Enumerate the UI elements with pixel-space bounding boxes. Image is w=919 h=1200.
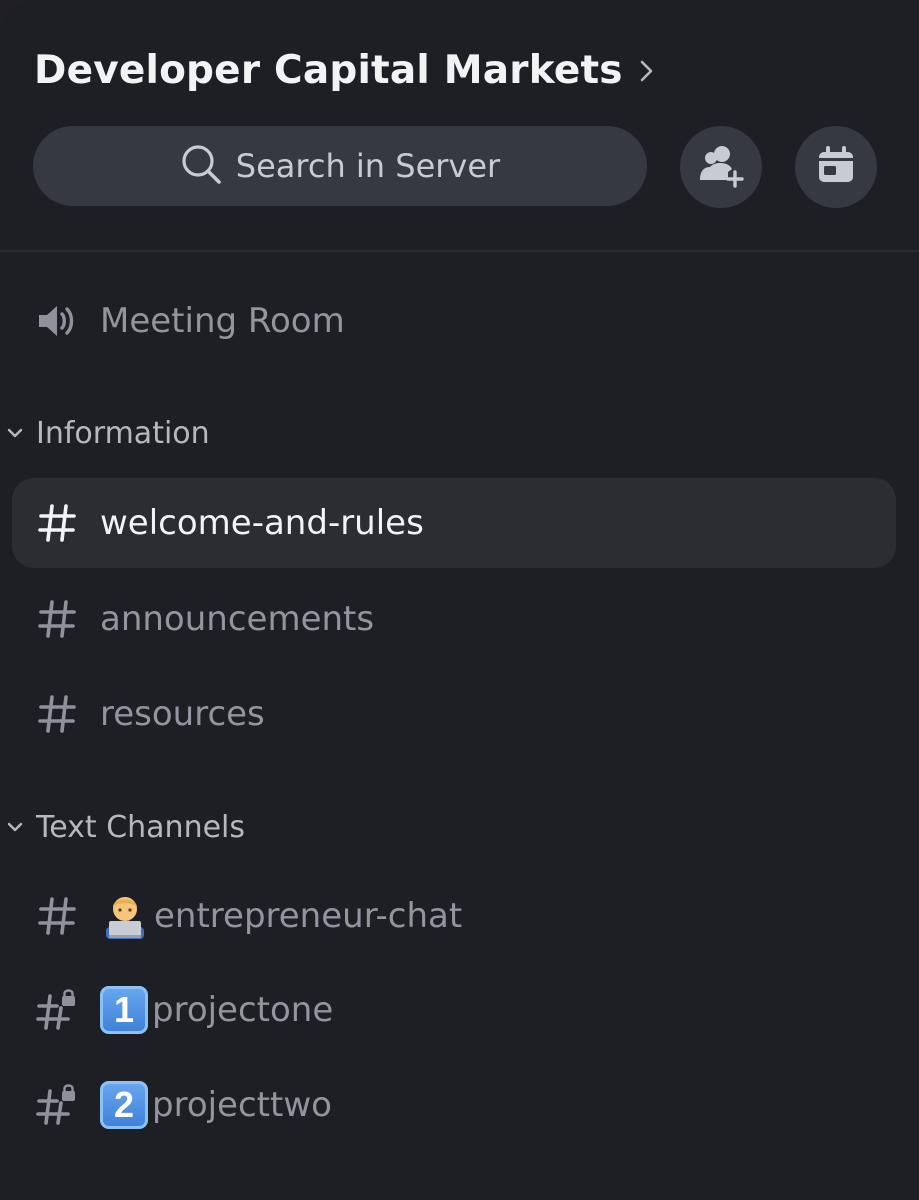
channel-label: Meeting Room bbox=[100, 301, 345, 341]
server-title-button[interactable]: Developer Capital Markets bbox=[34, 48, 655, 93]
channel-resources[interactable]: resources bbox=[12, 669, 896, 759]
channel-projecttwo[interactable]: 2 projecttwo bbox=[12, 1060, 896, 1150]
channel-label: welcome-and-rules bbox=[100, 503, 424, 543]
channel-label: announcements bbox=[100, 599, 375, 639]
technologist-emoji bbox=[100, 891, 150, 941]
add-member-icon bbox=[698, 142, 744, 192]
keycap-one: 1 bbox=[100, 986, 148, 1034]
locked-hash-icon bbox=[32, 1080, 82, 1130]
events-button[interactable] bbox=[795, 126, 877, 208]
server-name: Developer Capital Markets bbox=[34, 48, 623, 93]
channel-welcome-and-rules[interactable]: welcome-and-rules bbox=[12, 478, 896, 568]
channel-label: projectone bbox=[152, 990, 334, 1030]
chevron-right-icon bbox=[639, 58, 655, 84]
locked-hash-icon bbox=[32, 985, 82, 1035]
channel-sidebar: Developer Capital Markets Search in Serv… bbox=[0, 0, 919, 1200]
search-label: Search in Server bbox=[235, 147, 501, 185]
keycap-two: 2 bbox=[100, 1081, 148, 1129]
channel-label-row: 1 projectone bbox=[100, 986, 333, 1034]
chevron-down-icon bbox=[0, 821, 30, 833]
speaker-icon bbox=[32, 296, 82, 346]
category-information[interactable]: Information bbox=[0, 408, 210, 458]
category-text-channels[interactable]: Text Channels bbox=[0, 802, 245, 852]
voice-channel-meeting-room[interactable]: Meeting Room bbox=[12, 276, 896, 366]
channel-label: resources bbox=[100, 694, 265, 734]
channel-label: projecttwo bbox=[152, 1085, 332, 1125]
category-label: Text Channels bbox=[36, 809, 246, 845]
channel-projectone[interactable]: 1 projectone bbox=[12, 965, 896, 1055]
search-icon bbox=[180, 143, 222, 189]
hash-icon bbox=[32, 594, 82, 644]
channel-label-row: entrepreneur-chat bbox=[100, 891, 462, 941]
search-in-server-button[interactable]: Search in Server bbox=[33, 126, 647, 206]
hash-icon bbox=[32, 891, 82, 941]
hash-icon bbox=[32, 689, 82, 739]
chevron-down-icon bbox=[0, 427, 30, 439]
channel-label-row: 2 projecttwo bbox=[100, 1081, 332, 1129]
invite-members-button[interactable] bbox=[680, 126, 762, 208]
calendar-icon bbox=[815, 144, 857, 190]
server-header: Developer Capital Markets Search in Serv… bbox=[0, 0, 919, 252]
channel-label: entrepreneur-chat bbox=[154, 896, 463, 936]
hash-icon bbox=[32, 498, 82, 548]
category-label: Information bbox=[36, 415, 210, 451]
channel-entrepreneur-chat[interactable]: entrepreneur-chat bbox=[12, 871, 896, 961]
channel-announcements[interactable]: announcements bbox=[12, 574, 896, 664]
